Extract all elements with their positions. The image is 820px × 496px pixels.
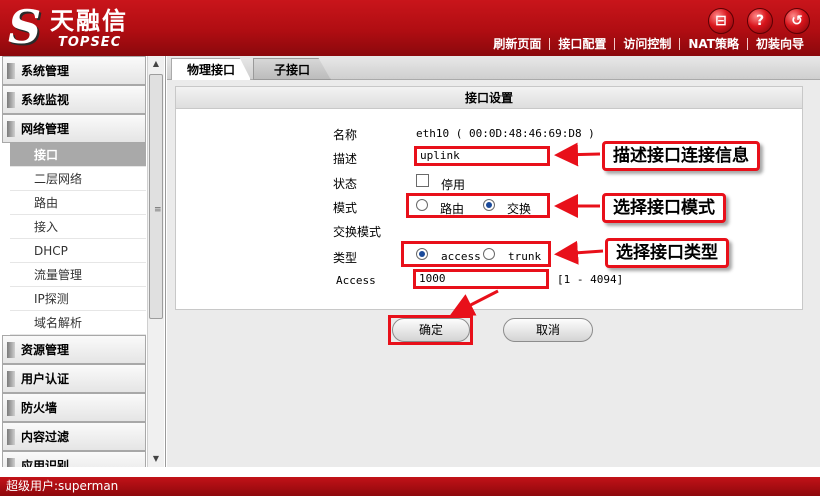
group-marker-icon	[7, 91, 15, 108]
access-range-hint: [1 - 4094]	[557, 273, 624, 286]
interface-name-value: eth10 ( 00:0D:48:46:69:D8 )	[416, 127, 595, 140]
group-marker-icon	[7, 62, 15, 79]
help-icon[interactable]: ?	[747, 8, 773, 34]
panel-title: 接口设置	[176, 87, 802, 109]
mode-switch-radio[interactable]	[483, 199, 495, 211]
sidebar-group-network-management[interactable]: 网络管理	[2, 114, 146, 143]
cancel-button[interactable]: 取消	[503, 318, 593, 342]
sidebar-group-resource-management[interactable]: 资源管理	[2, 335, 146, 364]
group-marker-icon	[7, 341, 15, 358]
topsec-logo: S 天融信 TOPSEC	[6, 2, 156, 54]
disable-label: 停用	[441, 178, 466, 192]
nav-setup-wizard[interactable]: 初装向导	[748, 36, 812, 52]
group-marker-icon	[7, 399, 15, 416]
save-icon[interactable]: ⊟	[708, 8, 734, 34]
callout-mode: 选择接口模式	[602, 193, 726, 223]
sidebar-group-label: 系统管理	[21, 64, 70, 78]
current-user-label: 超级用户:superman	[6, 479, 119, 493]
tab-physical-interface[interactable]: 物理接口	[171, 58, 251, 80]
switch-mode-label: 交换模式	[333, 225, 382, 239]
sidebar-item-layer2-network[interactable]: 二层网络	[10, 167, 146, 191]
description-input[interactable]: uplink	[417, 149, 547, 163]
app-header: S 天融信 TOPSEC ⊟ ? ↺ 刷新页面 接口配置 访问控制 NAT策略 …	[0, 0, 820, 56]
sidebar-group-system-management[interactable]: 系统管理	[2, 56, 146, 85]
sidebar-group-user-auth[interactable]: 用户认证	[2, 364, 146, 393]
sidebar-item-dhcp[interactable]: DHCP	[10, 239, 146, 263]
sidebar-item-traffic-management[interactable]: 流量管理	[10, 263, 146, 287]
sidebar-item-interface[interactable]: 接口	[10, 143, 146, 167]
sidebar-group-label: 用户认证	[21, 372, 70, 386]
callout-describe: 描述接口连接信息	[602, 141, 760, 171]
group-marker-icon	[7, 120, 15, 137]
sidebar-group-label: 资源管理	[21, 343, 70, 357]
status-label: 状态	[333, 177, 358, 191]
logout-icon[interactable]: ↺	[784, 8, 810, 34]
mode-route-label: 路由	[440, 202, 465, 216]
sidebar-item-access[interactable]: 接入	[10, 215, 146, 239]
scrollbar-thumb[interactable]: ≡	[149, 74, 163, 319]
sidebar: 系统管理 系统监视 网络管理 接口 二层网络 路由 接入 DHCP 流量管理 I…	[0, 56, 166, 467]
disable-checkbox[interactable]	[416, 174, 429, 187]
mode-switch-label: 交换	[507, 202, 532, 216]
ok-button[interactable]: 确定	[392, 318, 470, 342]
sidebar-group-label: 应用识别	[21, 459, 70, 467]
type-access-label: access	[441, 250, 481, 263]
mode-label: 模式	[333, 201, 358, 215]
nav-refresh-page[interactable]: 刷新页面	[485, 36, 549, 52]
group-marker-icon	[7, 370, 15, 387]
callout-type: 选择接口类型	[605, 238, 729, 268]
group-marker-icon	[7, 457, 15, 467]
tab-sub-interface[interactable]: 子接口	[253, 58, 331, 80]
sidebar-menu: 系统管理 系统监视 网络管理 接口 二层网络 路由 接入 DHCP 流量管理 I…	[0, 56, 146, 467]
sidebar-item-ip-probe[interactable]: IP探测	[10, 287, 146, 311]
logo-mark: S	[8, 0, 42, 54]
type-access-radio[interactable]	[416, 248, 428, 260]
tab-bar: 物理接口 子接口	[167, 56, 820, 80]
status-strip: 超级用户:superman	[0, 477, 820, 496]
grip-icon: ≡	[154, 205, 162, 215]
access-vlan-input[interactable]: 1000	[416, 272, 546, 286]
status-bar: 超级用户:superman	[0, 467, 820, 496]
scroll-down-icon[interactable]: ▼	[148, 451, 164, 467]
scroll-up-icon[interactable]: ▲	[148, 56, 164, 72]
sidebar-group-label: 防火墙	[21, 401, 58, 415]
header-nav: 刷新页面 接口配置 访问控制 NAT策略 初装向导	[485, 35, 812, 53]
description-label: 描述	[333, 152, 358, 166]
name-label: 名称	[333, 128, 358, 142]
logo-chinese-name: 天融信	[50, 7, 128, 35]
logo-english-name: TOPSEC	[58, 35, 122, 50]
sidebar-group-label: 内容过滤	[21, 430, 70, 444]
sidebar-group-label: 系统监视	[21, 93, 70, 107]
sidebar-group-content-filter[interactable]: 内容过滤	[2, 422, 146, 451]
access-label: Access	[336, 274, 376, 287]
nav-nat-policy[interactable]: NAT策略	[680, 36, 747, 52]
sidebar-group-system-monitor[interactable]: 系统监视	[2, 85, 146, 114]
sidebar-group-app-identification[interactable]: 应用识别	[2, 451, 146, 467]
nav-interface-config[interactable]: 接口配置	[550, 36, 614, 52]
nav-access-control[interactable]: 访问控制	[615, 36, 679, 52]
mode-route-radio[interactable]	[416, 199, 428, 211]
sidebar-group-firewall[interactable]: 防火墙	[2, 393, 146, 422]
type-label: 类型	[333, 251, 358, 265]
type-trunk-label: trunk	[508, 250, 542, 263]
sidebar-item-dns[interactable]: 域名解析	[10, 311, 146, 335]
sidebar-group-label: 网络管理	[21, 122, 70, 136]
type-trunk-radio[interactable]	[483, 248, 495, 260]
sidebar-scrollbar[interactable]: ▲ ≡ ▼	[147, 56, 164, 467]
group-marker-icon	[7, 428, 15, 445]
sidebar-item-routing[interactable]: 路由	[10, 191, 146, 215]
